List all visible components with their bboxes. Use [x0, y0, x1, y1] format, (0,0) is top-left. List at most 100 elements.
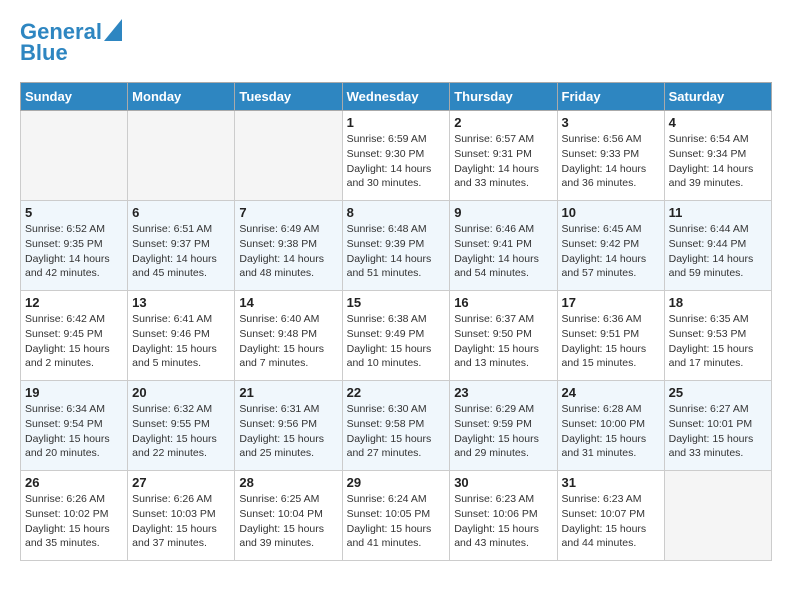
day-info: Sunrise: 6:38 AM Sunset: 9:49 PM Dayligh…	[347, 312, 446, 371]
calendar-cell: 3Sunrise: 6:56 AM Sunset: 9:33 PM Daylig…	[557, 111, 664, 201]
calendar-table: SundayMondayTuesdayWednesdayThursdayFrid…	[20, 82, 772, 561]
day-info: Sunrise: 6:36 AM Sunset: 9:51 PM Dayligh…	[562, 312, 660, 371]
calendar-cell: 13 Sunrise: 6:41 AM Sunset: 9:46 PM Dayli…	[128, 291, 235, 381]
day-info: Sunrise: 6:52 AM Sunset: 9:35 PM Dayligh…	[25, 222, 123, 281]
day-info: Sunrise: 6:59 AM Sunset: 9:30 PM Dayligh…	[347, 132, 446, 191]
calendar-cell: 30 Sunrise: 6:23 AM Sunset: 10:06 PM Dayl…	[450, 471, 557, 561]
day-number: 11	[669, 205, 767, 220]
day-number: 18	[669, 295, 767, 310]
day-info: Sunrise: 6:23 AM Sunset: 10:06 PM Daylig…	[454, 492, 552, 551]
day-info: Sunrise: 6:35 AM Sunset: 9:53 PM Dayligh…	[669, 312, 767, 371]
calendar-cell: 4Sunrise: 6:54 AM Sunset: 9:34 PM Daylig…	[664, 111, 771, 201]
calendar-cell: 12 Sunrise: 6:42 AM Sunset: 9:45 PM Dayli…	[21, 291, 128, 381]
day-info: Sunrise: 6:31 AM Sunset: 9:56 PM Dayligh…	[239, 402, 337, 461]
day-info: Sunrise: 6:32 AM Sunset: 9:55 PM Dayligh…	[132, 402, 230, 461]
calendar-cell: 16Sunrise: 6:37 AM Sunset: 9:50 PM Dayli…	[450, 291, 557, 381]
day-info: Sunrise: 6:49 AM Sunset: 9:38 PM Dayligh…	[239, 222, 337, 281]
day-number: 1	[347, 115, 446, 130]
day-info: Sunrise: 6:46 AM Sunset: 9:41 PM Dayligh…	[454, 222, 552, 281]
day-number: 12	[25, 295, 123, 310]
day-number: 22	[347, 385, 446, 400]
day-number: 7	[239, 205, 337, 220]
day-info: Sunrise: 6:40 AM Sunset: 9:48 PM Dayligh…	[239, 312, 337, 371]
calendar-cell: 29 Sunrise: 6:24 AM Sunset: 10:05 PM Dayl…	[342, 471, 450, 561]
day-number: 17	[562, 295, 660, 310]
day-info: Sunrise: 6:24 AM Sunset: 10:05 PM Daylig…	[347, 492, 446, 551]
day-info: Sunrise: 6:45 AM Sunset: 9:42 PM Dayligh…	[562, 222, 660, 281]
logo: General Blue	[20, 20, 122, 66]
calendar-week-3: 12 Sunrise: 6:42 AM Sunset: 9:45 PM Dayli…	[21, 291, 772, 381]
calendar-cell: 1 Sunrise: 6:59 AM Sunset: 9:30 PM Daylig…	[342, 111, 450, 201]
calendar-week-4: 19 Sunrise: 6:34 AM Sunset: 9:54 PM Dayli…	[21, 381, 772, 471]
calendar-cell: 31Sunrise: 6:23 AM Sunset: 10:07 PM Dayl…	[557, 471, 664, 561]
day-number: 6	[132, 205, 230, 220]
header-friday: Friday	[557, 83, 664, 111]
calendar-cell: 14 Sunrise: 6:40 AM Sunset: 9:48 PM Dayli…	[235, 291, 342, 381]
day-number: 26	[25, 475, 123, 490]
header-sunday: Sunday	[21, 83, 128, 111]
day-info: Sunrise: 6:34 AM Sunset: 9:54 PM Dayligh…	[25, 402, 123, 461]
calendar-week-1: 1 Sunrise: 6:59 AM Sunset: 9:30 PM Daylig…	[21, 111, 772, 201]
day-number: 29	[347, 475, 446, 490]
day-number: 16	[454, 295, 552, 310]
calendar-cell: 20 Sunrise: 6:32 AM Sunset: 9:55 PM Dayli…	[128, 381, 235, 471]
calendar-cell: 5 Sunrise: 6:52 AM Sunset: 9:35 PM Daylig…	[21, 201, 128, 291]
day-number: 8	[347, 205, 446, 220]
day-info: Sunrise: 6:28 AM Sunset: 10:00 PM Daylig…	[562, 402, 660, 461]
calendar-cell	[128, 111, 235, 201]
day-number: 21	[239, 385, 337, 400]
calendar-cell	[21, 111, 128, 201]
calendar-cell: 19 Sunrise: 6:34 AM Sunset: 9:54 PM Dayli…	[21, 381, 128, 471]
day-info: Sunrise: 6:26 AM Sunset: 10:03 PM Daylig…	[132, 492, 230, 551]
calendar-cell: 7 Sunrise: 6:49 AM Sunset: 9:38 PM Daylig…	[235, 201, 342, 291]
calendar-cell: 8 Sunrise: 6:48 AM Sunset: 9:39 PM Daylig…	[342, 201, 450, 291]
calendar-cell: 2Sunrise: 6:57 AM Sunset: 9:31 PM Daylig…	[450, 111, 557, 201]
day-number: 23	[454, 385, 552, 400]
calendar-cell: 26 Sunrise: 6:26 AM Sunset: 10:02 PM Dayl…	[21, 471, 128, 561]
calendar-cell: 23 Sunrise: 6:29 AM Sunset: 9:59 PM Dayli…	[450, 381, 557, 471]
header-monday: Monday	[128, 83, 235, 111]
day-info: Sunrise: 6:42 AM Sunset: 9:45 PM Dayligh…	[25, 312, 123, 371]
calendar-cell: 9 Sunrise: 6:46 AM Sunset: 9:41 PM Daylig…	[450, 201, 557, 291]
header-wednesday: Wednesday	[342, 83, 450, 111]
day-number: 14	[239, 295, 337, 310]
day-number: 3	[562, 115, 660, 130]
calendar-cell: 25 Sunrise: 6:27 AM Sunset: 10:01 PM Dayl…	[664, 381, 771, 471]
calendar-cell: 22 Sunrise: 6:30 AM Sunset: 9:58 PM Dayli…	[342, 381, 450, 471]
calendar-header-row: SundayMondayTuesdayWednesdayThursdayFrid…	[21, 83, 772, 111]
calendar-cell: 27 Sunrise: 6:26 AM Sunset: 10:03 PM Dayl…	[128, 471, 235, 561]
calendar-cell: 28Sunrise: 6:25 AM Sunset: 10:04 PM Dayl…	[235, 471, 342, 561]
logo-blue: Blue	[20, 40, 68, 66]
day-number: 19	[25, 385, 123, 400]
calendar-cell: 15 Sunrise: 6:38 AM Sunset: 9:49 PM Dayli…	[342, 291, 450, 381]
day-number: 28	[239, 475, 337, 490]
day-info: Sunrise: 6:48 AM Sunset: 9:39 PM Dayligh…	[347, 222, 446, 281]
day-info: Sunrise: 6:23 AM Sunset: 10:07 PM Daylig…	[562, 492, 660, 551]
day-info: Sunrise: 6:26 AM Sunset: 10:02 PM Daylig…	[25, 492, 123, 551]
day-info: Sunrise: 6:51 AM Sunset: 9:37 PM Dayligh…	[132, 222, 230, 281]
day-info: Sunrise: 6:54 AM Sunset: 9:34 PM Dayligh…	[669, 132, 767, 191]
header-thursday: Thursday	[450, 83, 557, 111]
day-number: 9	[454, 205, 552, 220]
day-info: Sunrise: 6:27 AM Sunset: 10:01 PM Daylig…	[669, 402, 767, 461]
calendar-cell: 18 Sunrise: 6:35 AM Sunset: 9:53 PM Dayli…	[664, 291, 771, 381]
calendar-week-2: 5 Sunrise: 6:52 AM Sunset: 9:35 PM Daylig…	[21, 201, 772, 291]
calendar-cell: 24Sunrise: 6:28 AM Sunset: 10:00 PM Dayl…	[557, 381, 664, 471]
day-number: 30	[454, 475, 552, 490]
calendar-week-5: 26 Sunrise: 6:26 AM Sunset: 10:02 PM Dayl…	[21, 471, 772, 561]
page-header: General Blue	[20, 20, 772, 66]
day-info: Sunrise: 6:29 AM Sunset: 9:59 PM Dayligh…	[454, 402, 552, 461]
day-info: Sunrise: 6:41 AM Sunset: 9:46 PM Dayligh…	[132, 312, 230, 371]
day-number: 20	[132, 385, 230, 400]
day-number: 27	[132, 475, 230, 490]
calendar-cell: 10 Sunrise: 6:45 AM Sunset: 9:42 PM Dayli…	[557, 201, 664, 291]
day-number: 10	[562, 205, 660, 220]
day-number: 15	[347, 295, 446, 310]
logo-icon	[104, 19, 122, 41]
day-info: Sunrise: 6:30 AM Sunset: 9:58 PM Dayligh…	[347, 402, 446, 461]
day-number: 25	[669, 385, 767, 400]
day-number: 2	[454, 115, 552, 130]
day-number: 13	[132, 295, 230, 310]
header-tuesday: Tuesday	[235, 83, 342, 111]
day-number: 5	[25, 205, 123, 220]
